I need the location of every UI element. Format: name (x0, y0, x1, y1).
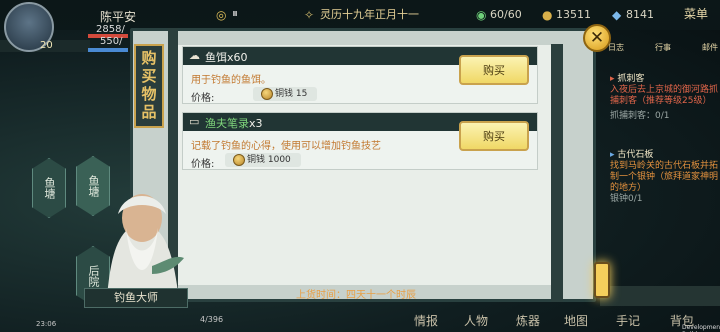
item-price: 铜钱 1000 (225, 153, 301, 167)
nav-notes[interactable]: 手记 (616, 312, 640, 329)
dialog-title: 购买物品 (134, 44, 164, 128)
close-button[interactable]: ✕ (583, 24, 611, 52)
pause-icon[interactable]: ⏸ (232, 6, 238, 20)
mp-bar (88, 48, 128, 52)
game-date: 灵历十九年正月十一 (320, 8, 419, 21)
copper-coin-icon (233, 154, 245, 166)
item-name: 鱼饵x60 (205, 51, 248, 64)
buy-button[interactable]: 购买 (459, 55, 529, 85)
restock-time: 上货时间：四天十一个时辰 (296, 290, 416, 301)
journal-icon-label[interactable]: 日志 (608, 42, 624, 64)
quest-item-tablet[interactable]: ▸ 古代石板 找到马岭关的古代石板并拓制一个银钟（旅拜道家神明的地方） 银钟0/… (610, 150, 718, 205)
energy-value: 60/60 (490, 8, 522, 21)
quest-desc: 找到马岭关的古代石板并拓制一个银钟（旅拜道家神明的地方） (610, 161, 719, 193)
item-price: 铜钱 15 (253, 87, 318, 101)
item-name: 渔夫笔录x3 (205, 117, 263, 130)
quest-panel: 日志 行事 邮件 ▸ 抓刺客 入夜后去上京城的御河路抓捕刺客（推荐等级25级） … (600, 43, 720, 276)
tasks-icon-label[interactable]: 行事 (655, 42, 671, 64)
gem-value: 8141 (626, 8, 654, 21)
map-node-fish-pond-1[interactable]: 鱼塘 (32, 158, 66, 218)
coin-icon: ● (542, 8, 553, 22)
page-progress: 4/396 (200, 315, 224, 324)
gem-icon: ◆ (612, 8, 622, 22)
season-icon: ✧ (304, 8, 315, 22)
clock: 23:06 (36, 320, 57, 328)
quest-progress: 银钟0/1 (610, 194, 643, 204)
mail-icon-label[interactable]: 邮件 (702, 42, 718, 64)
coin-value: 13511 (556, 8, 591, 21)
shop-item-card: ☁ 鱼饵x60 用于钓鱼的鱼饵。 价格: 铜钱 15 购买 (182, 46, 538, 104)
nav-intel[interactable]: 情报 (414, 312, 438, 329)
nav-character[interactable]: 人物 (464, 312, 488, 329)
item-description: 记载了钓鱼的心得，使用可以增加钓鱼技艺 (191, 141, 381, 152)
compass-icon[interactable]: ◎ (216, 8, 226, 22)
fish-bait-icon: ☁ (189, 49, 200, 62)
copper-coin-icon (261, 88, 273, 100)
quest-item-assassin[interactable]: ▸ 抓刺客 入夜后去上京城的御河路抓捕刺客（推荐等级25级） 抓捕刺客：0/1 (610, 74, 718, 122)
price-label: 价格: (191, 159, 215, 170)
shop-item-card: ▭ 渔夫笔录x3 记载了钓鱼的心得，使用可以增加钓鱼技艺 价格: 铜钱 1000… (182, 112, 538, 170)
lantern-icon (594, 262, 610, 298)
mp-value: 550/ (100, 36, 123, 47)
player-level: 20 (40, 40, 53, 51)
energy-icon: ◉ (476, 8, 487, 22)
bottom-nav: 情报 人物 炼器 地图 手记 背包 (400, 306, 720, 332)
quest-flag-icon: ▸ (610, 74, 615, 84)
player-name: 陈平安 (100, 10, 137, 24)
quest-desc: 入夜后去上京城的御河路抓捕刺客（推荐等级25级） (610, 85, 719, 106)
quest-flag-icon: ▸ (610, 150, 615, 160)
item-description: 用于钓鱼的鱼饵。 (191, 75, 271, 86)
price-label: 价格: (191, 93, 215, 104)
nav-map[interactable]: 地图 (564, 312, 588, 329)
nav-forge[interactable]: 炼器 (516, 312, 540, 329)
dialog-frame-right (551, 44, 563, 302)
book-icon: ▭ (189, 115, 200, 128)
build-label: Development Build (682, 324, 720, 332)
menu-button[interactable]: 菜单 (684, 7, 708, 21)
buy-button[interactable]: 购买 (459, 121, 529, 151)
npc-name: 钓鱼大师 (84, 288, 188, 308)
quest-progress: 抓捕刺客：0/1 (610, 111, 670, 121)
